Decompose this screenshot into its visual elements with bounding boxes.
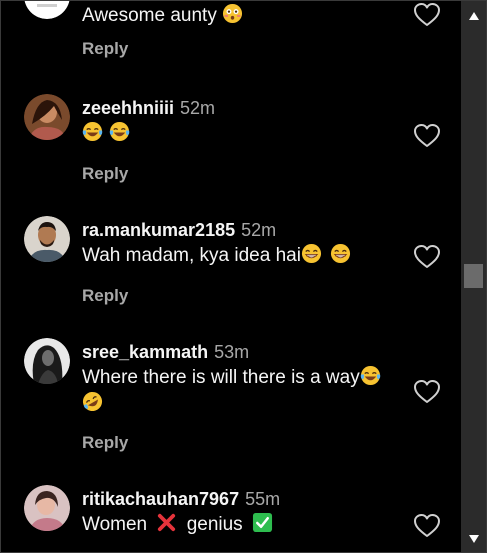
comment-timestamp: 53m <box>214 342 250 362</box>
comment-header: ritikachauhan7967 55m <box>82 488 412 510</box>
heart-icon[interactable] <box>414 3 440 27</box>
face-with-tears-of-joy-emoji-icon <box>360 365 381 386</box>
cross-mark-emoji-icon <box>158 513 176 532</box>
check-mark-button-emoji-icon <box>252 512 273 533</box>
scrollbar[interactable] <box>461 1 487 552</box>
comments-list: Awesome aunty Reply zeeehhniiii 52m Repl… <box>1 1 461 552</box>
comment-header: ra.mankumar2185 52m <box>82 219 412 241</box>
heart-icon[interactable] <box>414 245 440 269</box>
avatar[interactable] <box>24 338 70 384</box>
comment-text-content: Where there is will there is a way <box>82 367 360 388</box>
avatar[interactable] <box>24 216 70 262</box>
flushed-face-emoji-icon <box>223 3 243 24</box>
comment-username[interactable]: ritikachauhan7967 <box>82 489 239 509</box>
comment-text <box>82 121 412 147</box>
comment-header: sree_kammath 53m <box>82 341 412 363</box>
reply-button[interactable]: Reply <box>82 164 128 184</box>
heart-icon[interactable] <box>414 380 440 404</box>
comment-text: Where there is will there is a way <box>82 365 412 417</box>
comment-username[interactable]: sree_kammath <box>82 342 208 362</box>
heart-icon[interactable] <box>414 124 440 148</box>
comment-timestamp: 52m <box>241 220 277 240</box>
avatar[interactable] <box>24 485 70 531</box>
reply-button[interactable]: Reply <box>82 433 128 453</box>
reply-button[interactable]: Reply <box>82 286 128 306</box>
comment-header: zeeehhniiii 52m <box>82 97 412 119</box>
triangle-down-icon[interactable] <box>461 526 487 552</box>
avatar[interactable] <box>24 1 70 19</box>
comment-text: Wah madam, kya idea hai <box>82 243 412 269</box>
comment-text-part: genius <box>186 514 243 535</box>
comments-window: Awesome aunty Reply zeeehhniiii 52m Repl… <box>0 0 487 553</box>
comment-text-content: Awesome aunty <box>82 5 217 26</box>
comment-text-content: Wah madam, kya idea hai <box>82 245 301 266</box>
reply-button[interactable]: Reply <box>82 39 128 59</box>
comment-timestamp: 55m <box>245 489 281 509</box>
grinning-face-with-smiling-eyes-emoji-icon <box>330 243 351 264</box>
comment-text-part: Women <box>82 514 148 535</box>
comment-timestamp: 52m <box>180 98 216 118</box>
comment-username[interactable]: zeeehhniiii <box>82 98 174 118</box>
grinning-face-with-smiling-eyes-emoji-icon <box>301 243 322 264</box>
scrollbar-thumb[interactable] <box>464 264 483 288</box>
comment-text: Women genius <box>82 512 412 538</box>
face-with-tears-of-joy-emoji-icon <box>109 121 130 142</box>
rolling-on-the-floor-laughing-emoji-icon <box>82 391 103 412</box>
heart-icon[interactable] <box>414 514 440 538</box>
triangle-up-icon[interactable] <box>461 3 487 29</box>
comment-text: Awesome aunty <box>82 3 412 29</box>
avatar[interactable] <box>24 94 70 140</box>
face-with-tears-of-joy-emoji-icon <box>82 121 103 142</box>
comment-username[interactable]: ra.mankumar2185 <box>82 220 235 240</box>
